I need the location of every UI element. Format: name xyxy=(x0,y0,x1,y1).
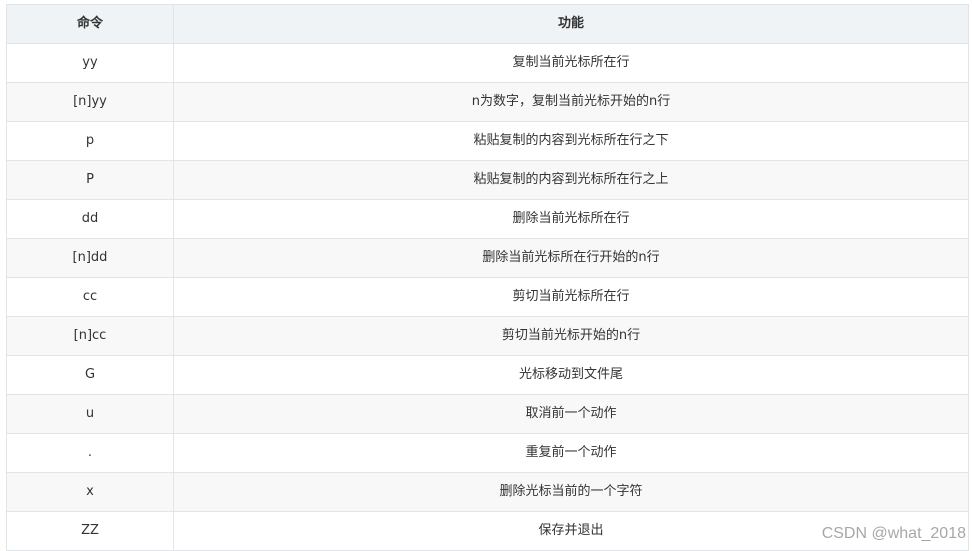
header-command: 命令 xyxy=(6,4,174,44)
command-cell: p xyxy=(6,121,174,161)
function-cell: 粘贴复制的内容到光标所在行之下 xyxy=(173,121,969,161)
function-cell: n为数字，复制当前光标开始的n行 xyxy=(173,82,969,122)
table-row: [n]cc 剪切当前光标开始的n行 xyxy=(6,316,969,356)
command-cell: u xyxy=(6,394,174,434)
vim-command-table: 命令 功能 yy 复制当前光标所在行 [n]yy n为数字，复制当前光标开始的n… xyxy=(6,4,969,551)
command-cell: P xyxy=(6,160,174,200)
command-cell: yy xyxy=(6,43,174,83)
table-row: cc 剪切当前光标所在行 xyxy=(6,277,969,317)
command-cell: ZZ xyxy=(6,511,174,551)
command-cell: [n]yy xyxy=(6,82,174,122)
function-cell: 删除当前光标所在行 xyxy=(173,199,969,239)
function-cell: 重复前一个动作 xyxy=(173,433,969,473)
header-function: 功能 xyxy=(173,4,969,44)
command-cell: [n]cc xyxy=(6,316,174,356)
table-row: . 重复前一个动作 xyxy=(6,433,969,473)
table-row: dd 删除当前光标所在行 xyxy=(6,199,969,239)
table-row: u 取消前一个动作 xyxy=(6,394,969,434)
command-cell: G xyxy=(6,355,174,395)
command-cell: x xyxy=(6,472,174,512)
table-row: x 删除光标当前的一个字符 xyxy=(6,472,969,512)
function-cell: 取消前一个动作 xyxy=(173,394,969,434)
table-row: [n]yy n为数字，复制当前光标开始的n行 xyxy=(6,82,969,122)
function-cell: 剪切当前光标开始的n行 xyxy=(173,316,969,356)
table-row: G 光标移动到文件尾 xyxy=(6,355,969,395)
table-row: P 粘贴复制的内容到光标所在行之上 xyxy=(6,160,969,200)
function-cell: 删除当前光标所在行开始的n行 xyxy=(173,238,969,278)
function-cell: 删除光标当前的一个字符 xyxy=(173,472,969,512)
table-row: p 粘贴复制的内容到光标所在行之下 xyxy=(6,121,969,161)
function-cell: 粘贴复制的内容到光标所在行之上 xyxy=(173,160,969,200)
command-cell: cc xyxy=(6,277,174,317)
table-row: yy 复制当前光标所在行 xyxy=(6,43,969,83)
command-cell: [n]dd xyxy=(6,238,174,278)
function-cell: 复制当前光标所在行 xyxy=(173,43,969,83)
function-cell: 剪切当前光标所在行 xyxy=(173,277,969,317)
function-cell: 光标移动到文件尾 xyxy=(173,355,969,395)
table-header-row: 命令 功能 xyxy=(6,4,969,44)
command-cell: . xyxy=(6,433,174,473)
watermark: CSDN @what_2018 xyxy=(821,525,966,542)
table-row: [n]dd 删除当前光标所在行开始的n行 xyxy=(6,238,969,278)
command-cell: dd xyxy=(6,199,174,239)
